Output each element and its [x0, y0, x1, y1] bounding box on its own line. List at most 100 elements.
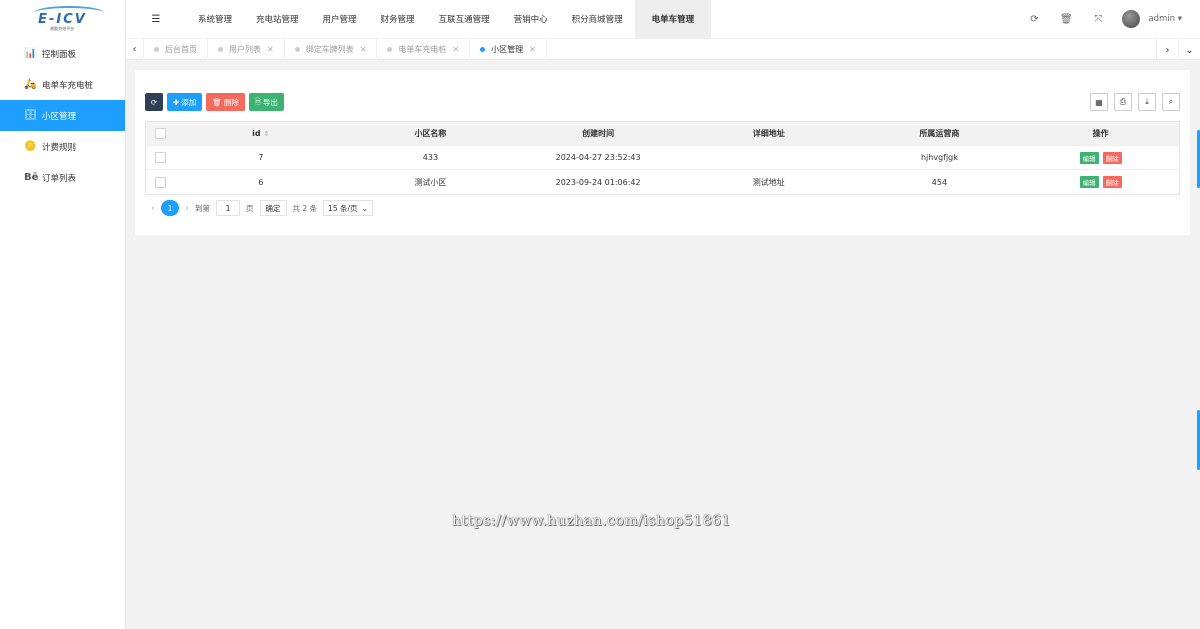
cell-operator: 454	[931, 177, 948, 187]
sort-icon[interactable]: ⇕	[264, 130, 270, 138]
edit-button[interactable]: 编辑	[1079, 176, 1099, 188]
col-created-header: 创建时间	[582, 129, 615, 138]
table-tools: ▦ ⎙ ⤓ ⌕	[1090, 93, 1180, 111]
avatar[interactable]	[1122, 10, 1141, 28]
sidebar-item-ebike-charger[interactable]: 🛵 电单车充电桩	[0, 69, 125, 100]
sidebar-item-label: 订单列表	[42, 173, 77, 184]
top-menu-item-marketing[interactable]: 营销中心	[502, 0, 560, 38]
tab-label: 小区管理	[491, 44, 524, 54]
tab-dot	[294, 46, 300, 52]
tab-dot	[387, 46, 393, 52]
tab-ebike-charger[interactable]: 电单车充电桩 ✕	[377, 38, 471, 60]
top-menu-item-finance[interactable]: 财务管理	[369, 0, 427, 38]
close-icon[interactable]: ✕	[452, 45, 459, 54]
col-name-header: 小区名称	[414, 129, 447, 138]
pager-current-page[interactable]: 1	[161, 200, 179, 216]
behance-icon: Bē	[24, 172, 39, 183]
top-menu: 系统管理 充电站管理 用户管理 财务管理 互联互通管理 营销中心 积分商城管理 …	[186, 0, 712, 38]
chevron-down-icon[interactable]: ⌄	[1178, 39, 1200, 61]
money-icon: 🪙	[24, 141, 37, 152]
chart-icon: 📊	[24, 48, 37, 59]
delete-row-button[interactable]: 删除	[1102, 151, 1122, 164]
file-icon: 🗎	[254, 96, 261, 106]
pager-page-input[interactable]: 1	[216, 200, 240, 216]
tab-dot	[218, 46, 223, 52]
user-menu[interactable]: admin ▾	[1148, 14, 1182, 24]
refresh-button[interactable]: ⟳	[145, 93, 163, 111]
tabs-next-icon[interactable]: ›	[1156, 39, 1178, 61]
content-panel: ⟳ ✚ 添加 🗑 删除 🗎 导出 ▦ ⎙ ⤓ ⌕ id ⇕ 小区名称 创建时间 详细地址…	[135, 70, 1190, 235]
select-all-checkbox[interactable]	[155, 128, 167, 139]
edit-button[interactable]: 编辑	[1079, 151, 1099, 164]
pager-page-unit: 页	[246, 203, 254, 213]
top-menu-item-users[interactable]: 用户管理	[311, 0, 369, 38]
pager-next-icon[interactable]: ›	[185, 203, 189, 214]
pagination: ‹ 1 › 到第 1 页 确定 共 2 条 15 条/页 ⌄	[151, 200, 373, 216]
cell-name: 测试小区	[414, 177, 447, 187]
search-icon[interactable]: ⌕	[1162, 93, 1180, 111]
tab-plate-list[interactable]: 绑定车牌列表 ✕	[285, 38, 378, 60]
tab-label: 后台首页	[165, 44, 197, 54]
tab-community[interactable]: 小区管理 ✕	[470, 38, 547, 60]
refresh-icon[interactable]: ⟳	[1018, 14, 1050, 25]
row-checkbox[interactable]	[155, 176, 167, 188]
sidebar-item-label: 小区管理	[42, 111, 77, 122]
delete-row-button[interactable]: 删除	[1102, 176, 1122, 188]
row-checkbox[interactable]	[155, 152, 167, 163]
logo-arc-icon	[34, 5, 105, 20]
close-icon[interactable]: ✕	[529, 45, 536, 54]
tabs-prev-icon[interactable]: ‹	[126, 38, 144, 60]
toolbar: ⟳ ✚ 添加 🗑 删除 🗎 导出	[145, 93, 284, 111]
table-header-row: id ⇕ 小区名称 创建时间 详细地址 所属运营商 操作	[146, 122, 1179, 146]
top-menu-item-station[interactable]: 充电站管理	[244, 0, 311, 38]
sidebar-item-billing-rules[interactable]: 🪙 计费规则	[0, 131, 125, 162]
side-nav: 📊 控制面板 🛵 电单车充电桩 🗄 小区管理 🪙 计费规则 Bē 订单列表	[0, 38, 125, 193]
refresh-icon: ⟳	[150, 97, 158, 107]
close-icon[interactable]: ✕	[360, 45, 367, 54]
tab-dot	[154, 46, 159, 52]
top-right-tools: ⟳ 🗑 ⤧ admin ▾	[1018, 0, 1200, 38]
cell-created: 2024-04-27 23:52:43	[555, 153, 641, 162]
pager-confirm-button[interactable]: 确定	[259, 200, 287, 216]
tabs-right: › ⌄	[1156, 39, 1200, 61]
sidebar-item-community[interactable]: 🗄 小区管理	[0, 100, 125, 131]
sidebar-item-label: 控制面板	[42, 49, 77, 60]
sidebar: E-ICV 易能充电平台 📊 控制面板 🛵 电单车充电桩 🗄 小区管理 🪙 计费…	[0, 0, 126, 629]
top-menu-item-points-mall[interactable]: 积分商城管理	[560, 0, 635, 38]
col-operator-header: 所属运营商	[919, 129, 960, 138]
columns-icon[interactable]: ▦	[1090, 93, 1108, 111]
tab-label: 电单车充电桩	[398, 44, 447, 54]
col-address-header: 详细地址	[752, 129, 785, 138]
sidebar-item-dashboard[interactable]: 📊 控制面板	[0, 38, 125, 69]
logo[interactable]: E-ICV 易能充电平台	[0, 0, 125, 38]
delete-button[interactable]: 🗑 删除	[206, 93, 245, 111]
top-menu-item-interconnect[interactable]: 互联互通管理	[427, 0, 502, 38]
sidebar-item-label: 电单车充电桩	[42, 80, 94, 91]
tab-dot	[480, 46, 486, 52]
sidebar-item-orders[interactable]: Bē 订单列表	[0, 162, 125, 193]
top-menu-item-ebike[interactable]: 电单车管理	[634, 0, 712, 38]
cell-created: 2023-09-24 01:06:42	[555, 177, 641, 187]
export-button[interactable]: 🗎 导出	[248, 93, 284, 111]
pager-prev-icon[interactable]: ‹	[151, 203, 155, 214]
close-icon[interactable]: ✕	[267, 45, 274, 54]
page-size-select[interactable]: 15 条/页 ⌄	[323, 200, 373, 216]
table-row: 7 433 2024-04-27 23:52:43 hjhvgfjgk 编辑 删…	[146, 146, 1179, 170]
col-id-header[interactable]: id ⇕	[176, 129, 346, 138]
tab-user-list[interactable]: 用户列表 ✕	[208, 38, 285, 60]
motorbike-icon: 🛵	[24, 79, 37, 90]
cell-actions: 编辑 删除	[1022, 176, 1179, 188]
watermark: https://www.huzhan.com/ishop51861	[452, 513, 731, 529]
data-table: id ⇕ 小区名称 创建时间 详细地址 所属运营商 操作 7 433 2024-0…	[145, 121, 1180, 195]
top-bar: ☰ 系统管理 充电站管理 用户管理 财务管理 互联互通管理 营销中心 积分商城管…	[126, 0, 1200, 38]
pager-total: 共 2 条	[292, 203, 318, 213]
export-icon[interactable]: ⤓	[1138, 93, 1156, 111]
top-menu-item-system[interactable]: 系统管理	[186, 0, 244, 38]
menu-toggle-icon[interactable]: ☰	[126, 0, 186, 38]
add-button[interactable]: ✚ 添加	[167, 93, 203, 111]
fullscreen-icon[interactable]: ⤧	[1082, 14, 1114, 25]
print-icon[interactable]: ⎙	[1114, 93, 1132, 111]
trash-icon[interactable]: 🗑	[1050, 14, 1082, 25]
tab-home[interactable]: 后台首页	[144, 38, 208, 60]
table-row: 6 测试小区 2023-09-24 01:06:42 测试地址 454 编辑 删…	[146, 170, 1179, 194]
